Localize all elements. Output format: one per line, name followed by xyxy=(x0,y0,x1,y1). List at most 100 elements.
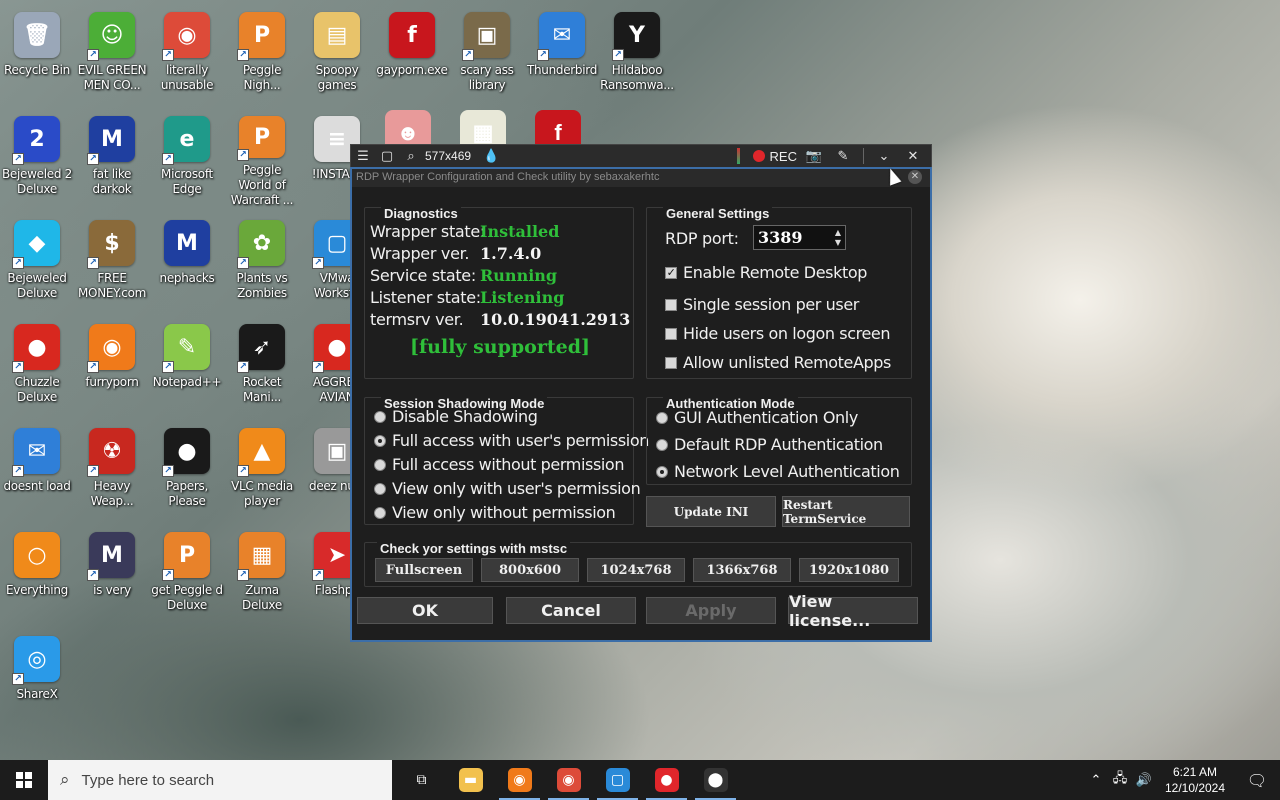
desktop-icon[interactable]: Y ↗ Hildaboo Ransomwa... xyxy=(600,4,674,104)
radio-icon xyxy=(374,506,386,519)
cancel-button[interactable]: Cancel xyxy=(506,597,636,624)
shadow-option-full-without-permission[interactable]: Full access without permission xyxy=(374,455,624,474)
port-spinner[interactable]: ▲ ▼ xyxy=(833,227,843,247)
taskbar-rdp-config-button[interactable]: ⬤ xyxy=(691,760,740,800)
taskbar-task-view-button[interactable]: ⧉ xyxy=(397,760,446,800)
mstsc-1920x1080-button[interactable]: 1920x1080 xyxy=(799,558,899,582)
rdp-port-input[interactable]: 3389 ▲ ▼ xyxy=(753,225,846,250)
desktop-icon[interactable]: ◉ ↗ furryporn xyxy=(75,316,149,416)
general-settings-caption: General Settings xyxy=(663,206,773,221)
desktop-icon[interactable]: Mnephacks xyxy=(150,212,224,312)
view-license-button[interactable]: View license... xyxy=(788,592,918,630)
restart-termservice-button[interactable]: Restart TermService xyxy=(782,496,910,527)
desktop-icon[interactable]: ◎ ↗ ShareX xyxy=(0,628,74,728)
desktop-icon[interactable]: ◉ ↗ literally unusable xyxy=(150,4,224,104)
allow-remoteapps-checkbox[interactable]: Allow unlisted RemoteApps xyxy=(665,353,891,372)
enable-remote-desktop-checkbox[interactable]: ✓ Enable Remote Desktop xyxy=(665,263,867,282)
clock[interactable]: 6:21 AM 12/10/2024 xyxy=(1156,764,1234,796)
menu-icon[interactable]: ☰ xyxy=(351,145,375,167)
desktop-icon[interactable]: M ↗ is very xyxy=(75,524,149,624)
chevron-down-icon[interactable]: ⌄ xyxy=(872,145,896,167)
mstsc-800x600-button[interactable]: 800x600 xyxy=(481,558,579,582)
desktop-icon[interactable]: ☺ ↗ EVIL GREEN MEN CO... xyxy=(75,4,149,104)
desktop-icon-label: Plants vs Zombies xyxy=(236,271,288,300)
taskbar-vmware-button[interactable]: ▢ xyxy=(593,760,642,800)
desktop-icon[interactable]: ◆ ↗ Bejeweled Deluxe xyxy=(0,212,74,312)
sharex-record-icon: ● xyxy=(654,768,679,792)
shadow-option-view-without-permission[interactable]: View only without permission xyxy=(374,503,616,522)
rdp-port-value: 3389 xyxy=(758,228,803,247)
desktop-icon[interactable]: 🗑 Recycle Bin xyxy=(0,4,74,104)
desktop-icon-label: Bejeweled Deluxe xyxy=(7,271,67,300)
desktop-icon[interactable]: M ↗ fat like darkok xyxy=(75,108,149,208)
desktop-icon[interactable]: ○ Everything xyxy=(0,524,74,624)
desktop-icon[interactable]: ➶ ↗ Rocket Mani... xyxy=(225,316,299,416)
close-icon[interactable]: ✕ xyxy=(901,145,925,167)
app-icon: ● ↗ xyxy=(12,324,60,373)
pencil-icon[interactable]: ✎ xyxy=(831,145,855,167)
radio-label: View only without permission xyxy=(392,503,616,522)
desktop-icon[interactable]: $ ↗ FREE MONEY.com xyxy=(75,212,149,312)
desktop-icon-label: FREE MONEY.com xyxy=(78,271,146,300)
volume-icon[interactable]: 🔊 xyxy=(1132,773,1156,788)
magnifier-icon[interactable]: ⌕ xyxy=(399,145,423,167)
mstsc-1024x768-button[interactable]: 1024x768 xyxy=(587,558,685,582)
chevron-up-icon[interactable]: ⌃ xyxy=(1084,773,1108,788)
taskbar-sharex-record-button[interactable]: ● xyxy=(642,760,691,800)
desktop-icon[interactable]: 2 ↗ Bejeweled 2 Deluxe xyxy=(0,108,74,208)
desktop-icon[interactable]: P ↗ get Peggle d Deluxe xyxy=(150,524,224,624)
desktop-icon[interactable]: ✉ ↗ Thunderbird xyxy=(525,4,599,104)
update-ini-button[interactable]: Update INI xyxy=(646,496,776,527)
camera-icon[interactable]: 📷 xyxy=(802,145,826,167)
single-session-checkbox[interactable]: Single session per user xyxy=(665,295,859,314)
desktop-icon[interactable]: ▲ ↗ VLC media player xyxy=(225,420,299,520)
desktop-icon[interactable]: ✎ ↗ Notepad++ xyxy=(150,316,224,416)
notification-icon[interactable]: 🗨 xyxy=(1234,771,1280,790)
radio-icon xyxy=(374,482,386,495)
desktop-icon[interactable]: P ↗ Peggle Nigh... xyxy=(225,4,299,104)
mstsc-fullscreen-button[interactable]: Fullscreen xyxy=(375,558,473,582)
network-icon[interactable]: 🖧 xyxy=(1108,769,1132,791)
record-button[interactable]: REC 📷 ✎ ⌄ ✕ xyxy=(736,145,931,167)
desktop-icon-label: gayporn.exe xyxy=(376,63,448,77)
desktop-icon[interactable]: ▤ Spoopy games xyxy=(300,4,374,104)
desktop-icon[interactable]: ● ↗ Papers, Please xyxy=(150,420,224,520)
chrome-icon: ◉ xyxy=(556,768,581,792)
desktop-icon[interactable]: ☢ ↗ Heavy Weap... xyxy=(75,420,149,520)
auth-option-gui[interactable]: GUI Authentication Only xyxy=(656,408,858,427)
mstsc-1366x768-button[interactable]: 1366x768 xyxy=(693,558,791,582)
desktop-icon[interactable]: ✉ ↗ doesnt load xyxy=(0,420,74,520)
taskbar-file-explorer-button[interactable]: ▬ xyxy=(446,760,495,800)
droplet-icon[interactable]: 💧 xyxy=(479,145,503,167)
hide-users-checkbox[interactable]: Hide users on logon screen xyxy=(665,324,890,343)
shadow-option-full-with-permission[interactable]: Full access with user's permission xyxy=(374,431,649,450)
shadow-option-disable[interactable]: Disable Shadowing xyxy=(374,407,538,426)
shortcut-arrow-icon: ↗ xyxy=(12,257,24,269)
desktop-icon[interactable]: P ↗ Peggle World of Warcraft ... xyxy=(225,108,299,208)
start-button[interactable] xyxy=(0,760,48,800)
auth-option-nla[interactable]: Network Level Authentication xyxy=(656,462,900,481)
apply-button[interactable]: Apply xyxy=(646,597,776,624)
auth-option-default-rdp[interactable]: Default RDP Authentication xyxy=(656,435,883,454)
taskbar-firefox-button[interactable]: ◉ xyxy=(495,760,544,800)
ok-button[interactable]: OK xyxy=(357,597,493,624)
desktop-icon[interactable]: f gayporn.exe xyxy=(375,4,449,104)
rdp-port-label: RDP port: xyxy=(665,229,739,248)
desktop-icon[interactable]: ▣ ↗ scary ass library xyxy=(450,4,524,104)
shadow-option-view-with-permission[interactable]: View only with user's permission xyxy=(374,479,641,498)
listener-state-label: Listener state: xyxy=(370,288,481,307)
desktop-icon[interactable]: e ↗ Microsoft Edge xyxy=(150,108,224,208)
dialog-title: RDP Wrapper Configuration and Check util… xyxy=(356,171,660,183)
shortcut-arrow-icon: ↗ xyxy=(87,465,99,477)
shortcut-arrow-icon: ↗ xyxy=(237,361,249,373)
desktop-icon[interactable]: ▦ ↗ Zuma Deluxe xyxy=(225,524,299,624)
app-icon: P ↗ xyxy=(162,532,210,581)
desktop-icon[interactable]: ✿ ↗ Plants vs Zombies xyxy=(225,212,299,312)
close-icon[interactable]: ✕ xyxy=(908,170,922,184)
wrapper-state-label: Wrapper state: xyxy=(370,222,486,241)
region-icon[interactable]: ▢ xyxy=(375,145,399,167)
taskbar-search[interactable]: ⌕ Type here to search xyxy=(48,760,392,800)
taskbar-chrome-button[interactable]: ◉ xyxy=(544,760,593,800)
desktop-icon[interactable]: ● ↗ Chuzzle Deluxe xyxy=(0,316,74,416)
dialog-titlebar[interactable]: RDP Wrapper Configuration and Check util… xyxy=(352,169,930,187)
